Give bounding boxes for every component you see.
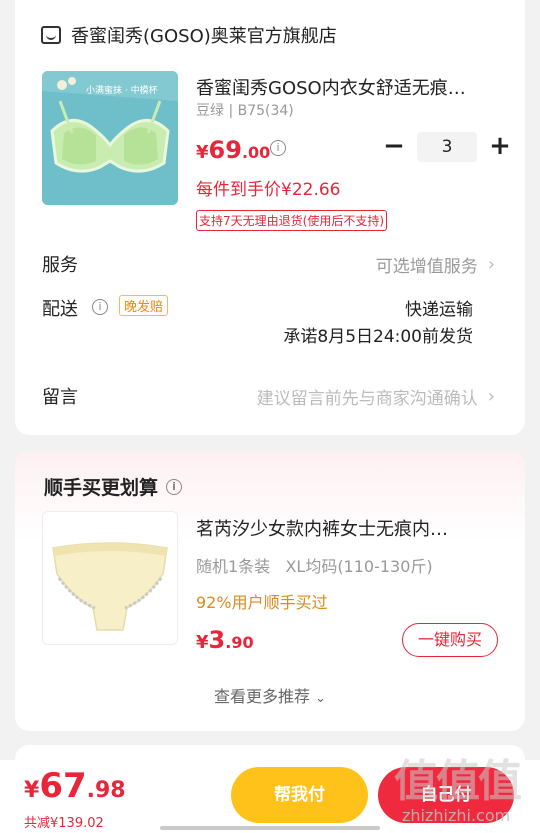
recommend-thumbnail[interactable] bbox=[42, 511, 178, 645]
view-more-label: 查看更多推荐 bbox=[213, 687, 310, 706]
home-indicator[interactable] bbox=[160, 826, 380, 830]
recommend-price: ¥3.90 bbox=[196, 626, 254, 654]
quantity-stepper: − 3 + bbox=[377, 132, 517, 162]
delivery-info-icon[interactable]: i bbox=[92, 299, 108, 315]
recommend-header: 顺手买更划算 i bbox=[44, 473, 183, 500]
recommendation-card: 顺手买更划算 i 茗芮汐少女款内裤女士无痕内… 随机1条装 XL均码(110-1… bbox=[15, 451, 525, 731]
view-more-link[interactable]: 查看更多推荐 ⌄ bbox=[15, 683, 525, 707]
recommend-social-proof: 92%用户顺手买过 bbox=[196, 593, 328, 612]
self-pay-button[interactable]: 自己付 bbox=[378, 767, 514, 823]
unit-price: 每件到手价¥22.66 bbox=[196, 180, 341, 200]
chevron-right-icon: › bbox=[487, 254, 495, 275]
recommend-product-title[interactable]: 茗芮汐少女款内裤女士无痕内… bbox=[196, 515, 496, 541]
shop-name: 香蜜闺秀(GOSO)奥莱官方旗舰店 bbox=[71, 26, 337, 47]
store-icon bbox=[41, 26, 61, 44]
recommend-title: 顺手买更划算 bbox=[44, 477, 159, 499]
delivery-promise: 承诺8月5日24:00前发货 bbox=[283, 327, 473, 347]
note-label: 留言 bbox=[42, 387, 78, 408]
chevron-right-icon: › bbox=[487, 386, 495, 407]
shop-header[interactable]: 香蜜闺秀(GOSO)奥莱官方旗舰店 bbox=[41, 22, 337, 48]
product-thumbnail[interactable]: 小满蜜抹 · 中模杯 bbox=[42, 71, 178, 205]
quantity-value[interactable]: 3 bbox=[417, 132, 477, 162]
product-title[interactable]: 香蜜闺秀GOSO内衣女舒适无痕… bbox=[196, 74, 496, 100]
product-price: ¥69.00 bbox=[196, 136, 271, 164]
product-spec[interactable]: 豆绿 | B75(34) bbox=[196, 100, 294, 120]
total-discount: 共减¥139.02 bbox=[24, 816, 104, 831]
note-input[interactable]: 建议留言前先与商家沟通确认 › bbox=[257, 384, 495, 409]
service-value: 可选增值服务 bbox=[375, 257, 478, 277]
help-pay-button[interactable]: 帮我付 bbox=[231, 767, 368, 823]
delivery-label: 配送 bbox=[42, 299, 78, 320]
underwear-image bbox=[43, 512, 177, 644]
late-compensation-tag: 晚发赔 bbox=[119, 295, 169, 316]
thumbnail-caption: 小满蜜抹 · 中模杯 bbox=[86, 86, 158, 96]
total-price: ¥67.98 bbox=[24, 766, 126, 806]
delivery-method: 快递运输 bbox=[405, 300, 473, 320]
price-info-icon[interactable]: i bbox=[270, 140, 286, 156]
decrease-button[interactable]: − bbox=[377, 132, 411, 162]
service-selector[interactable]: 可选增值服务 › bbox=[376, 252, 495, 277]
checkout-bar: ¥67.98 共减¥139.02 帮我付 自己付 bbox=[0, 760, 540, 833]
recommend-product-spec[interactable]: 随机1条装 XL均码(110-130斤) bbox=[196, 553, 433, 577]
note-placeholder: 建议留言前先与商家沟通确认 bbox=[256, 389, 478, 409]
return-policy-tag: 支持7天无理由退货(使用后不支持) bbox=[196, 210, 387, 231]
service-label: 服务 bbox=[42, 255, 78, 276]
recommend-info-icon[interactable]: i bbox=[166, 478, 183, 495]
one-click-buy-button[interactable]: 一键购买 bbox=[402, 623, 498, 657]
chevron-down-icon: ⌄ bbox=[315, 691, 326, 706]
order-card: 香蜜闺秀(GOSO)奥莱官方旗舰店 小满蜜抹 · 中模杯 香蜜闺秀GOSO内衣女… bbox=[15, 0, 525, 435]
increase-button[interactable]: + bbox=[483, 132, 517, 162]
